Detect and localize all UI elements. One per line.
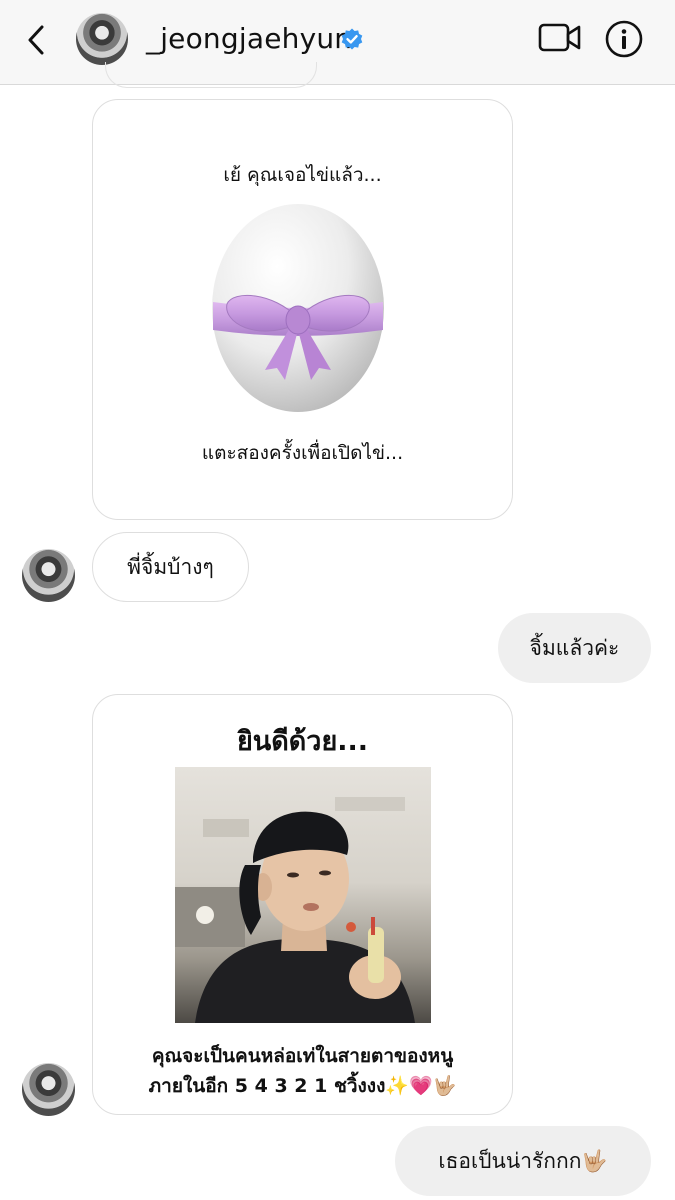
outgoing-message-bubble[interactable]: จิ้มแล้วค่ะ — [498, 613, 651, 683]
message-text: เธอเป็นน่ารักกก🤟🏼 — [438, 1148, 608, 1173]
card-bottom-text: แตะสองครั้งเพื่อเปิดไข่... — [201, 442, 404, 464]
info-button[interactable] — [604, 19, 644, 59]
profile-avatar[interactable] — [76, 13, 128, 65]
back-button[interactable] — [20, 20, 56, 60]
verified-badge-icon — [341, 28, 363, 50]
egg-story-card[interactable]: เย้ คุณเจอไข่แล้ว... แตะสองครั้งเพื่อเปิ… — [92, 99, 513, 520]
sender-avatar[interactable] — [22, 1063, 75, 1116]
card-photo — [175, 767, 431, 1023]
chat-header: _jeongjaehyun — [0, 0, 675, 85]
card-caption-line2: ภายในอีก 5 4 3 2 1 ชวิ้งงง✨💗🤟🏼 — [148, 1075, 457, 1097]
outgoing-message-bubble[interactable]: เธอเป็นน่ารักกก🤟🏼 — [395, 1126, 651, 1196]
video-call-button[interactable] — [538, 20, 582, 56]
card-title: ยินดีด้วย... — [236, 726, 369, 757]
previous-message-edge — [105, 62, 317, 88]
sender-avatar[interactable] — [22, 549, 75, 602]
info-icon — [605, 20, 643, 58]
result-story-card[interactable]: ยินดีด้วย... คุณจะเป็นคนหล่อเท่ในสายตาขอ… — [92, 694, 513, 1115]
chat-username[interactable]: _jeongjaehyun — [146, 22, 352, 55]
card-top-text: เย้ คุณเจอไข่แล้ว... — [223, 164, 382, 186]
incoming-message-bubble[interactable]: พี่จิ้มบ้างๆ — [92, 532, 249, 602]
back-chevron-icon — [28, 25, 44, 55]
video-call-icon — [538, 23, 581, 52]
card-caption-line1: คุณจะเป็นคนหล่อเท่ในสายตาของหนู — [151, 1045, 454, 1067]
egg-image — [203, 192, 393, 414]
message-text: จิ้มแล้วค่ะ — [529, 635, 620, 660]
message-text: พี่จิ้มบ้างๆ — [127, 554, 214, 579]
